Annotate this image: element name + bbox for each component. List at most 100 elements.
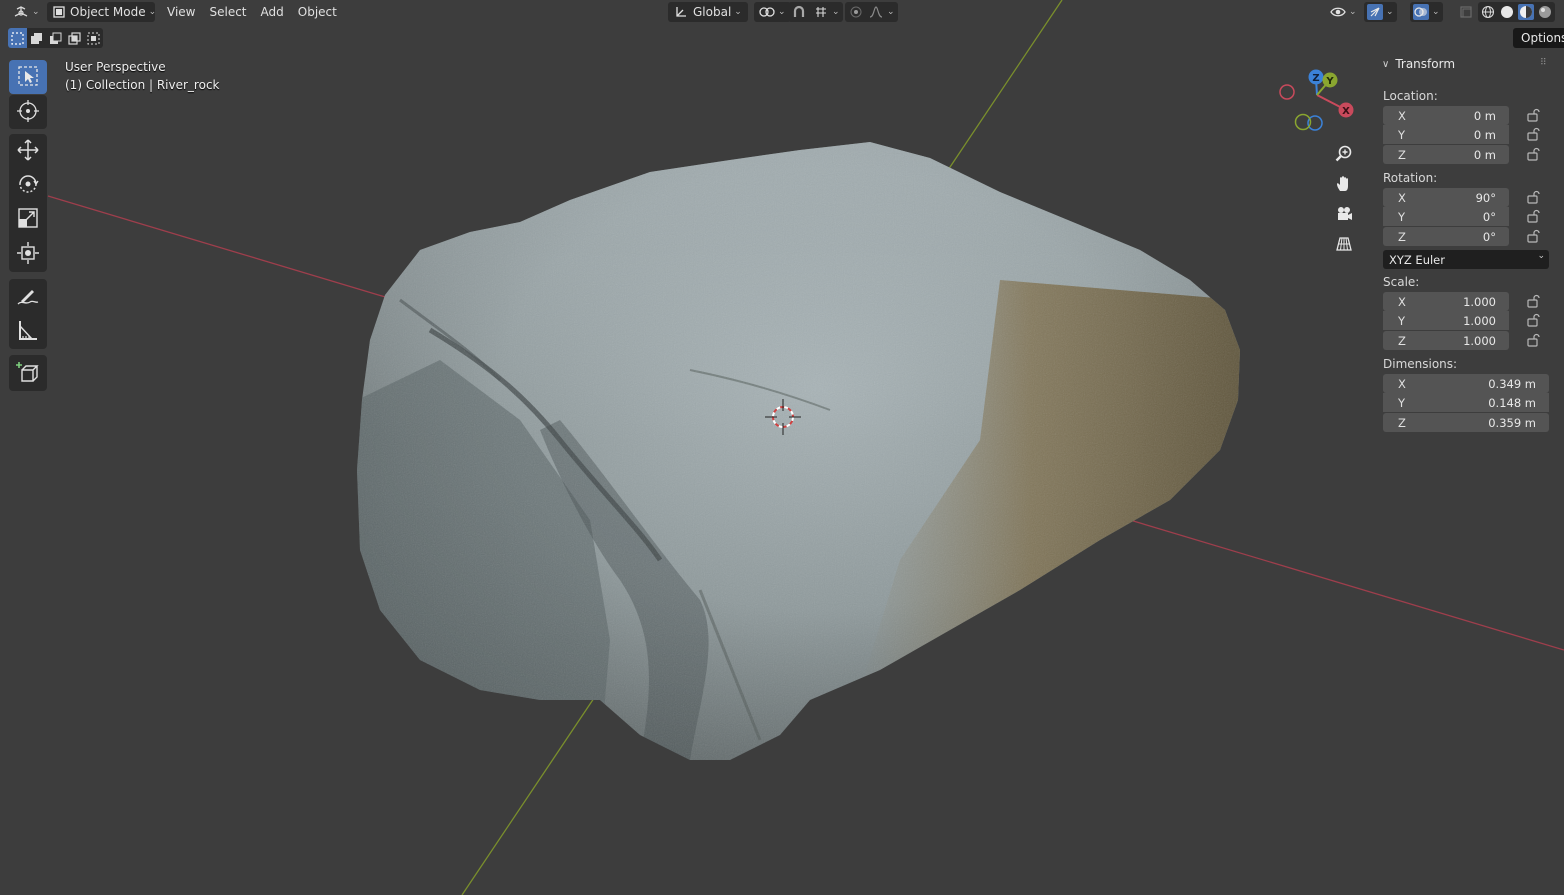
lock-icon[interactable]	[1524, 126, 1542, 142]
y-axis-handle[interactable]: Y	[1322, 72, 1338, 88]
chevron-down-icon[interactable]: ⌄	[1432, 7, 1440, 17]
add-cube-icon	[16, 360, 40, 387]
perspective-toggle-button[interactable]	[1331, 232, 1357, 258]
visibility-eye-icon	[1330, 4, 1346, 20]
visibility-dropdown[interactable]: ⌄	[1328, 2, 1359, 22]
wireframe-shading-icon[interactable]	[1480, 4, 1496, 20]
select-intersect-icon[interactable]	[84, 28, 103, 48]
drag-handle-icon[interactable]: ⠿	[1540, 58, 1547, 68]
scale-z-field[interactable]: Z 1.000	[1383, 331, 1509, 350]
gizmo-icon[interactable]	[1367, 4, 1383, 20]
chevron-down-icon: ⌄	[1537, 251, 1545, 261]
tool-add-cube[interactable]	[9, 355, 47, 391]
tool-measure[interactable]	[9, 313, 47, 349]
material-preview-shading-icon[interactable]	[1518, 4, 1534, 20]
proportional-editing-group: ⌄	[845, 2, 898, 22]
orientation-axes-icon	[673, 4, 689, 20]
dimensions-z-field[interactable]: Z 0.359 m	[1383, 413, 1549, 432]
snap-group: ⌄	[788, 2, 843, 22]
tool-scale[interactable]	[9, 202, 47, 236]
mode-dropdown[interactable]: Object Mode ⌄	[47, 2, 157, 22]
perspective-grid-icon	[1335, 235, 1353, 256]
lock-icon[interactable]	[1524, 146, 1542, 162]
lock-icon[interactable]	[1524, 189, 1542, 205]
falloff-curve-icon[interactable]	[868, 4, 884, 20]
select-difference-icon[interactable]	[65, 28, 84, 48]
z-axis-handle[interactable]: Z	[1308, 69, 1324, 85]
axis-label: X	[1398, 108, 1406, 123]
shading-mode-group	[1478, 2, 1555, 22]
tool-select-box[interactable]	[9, 60, 47, 94]
rotation-y-value: 0°	[1482, 209, 1496, 224]
select-subtract-icon[interactable]	[46, 28, 65, 48]
rotation-x-field[interactable]: X 90°	[1383, 188, 1509, 207]
menu-select[interactable]: Select	[202, 2, 253, 22]
tool-cursor[interactable]	[9, 95, 47, 129]
rotation-mode-dropdown[interactable]: XYZ Euler ⌄	[1383, 250, 1549, 269]
lock-icon[interactable]	[1524, 228, 1542, 244]
svg-text:Z: Z	[1312, 73, 1319, 84]
options-tooltip[interactable]: Options	[1513, 28, 1564, 48]
transform-panel-header[interactable]: ∨ Transform ⠿	[1374, 52, 1556, 76]
axis-label: Z	[1398, 333, 1406, 348]
select-mode-buttons	[8, 28, 103, 48]
menu-view[interactable]: View	[160, 2, 202, 22]
menu-add[interactable]: Add	[254, 2, 291, 22]
camera-view-button[interactable]	[1331, 202, 1357, 228]
negative-x-axis-icon[interactable]	[1279, 84, 1295, 100]
location-y-value: 0 m	[1473, 127, 1496, 142]
chevron-down-icon[interactable]: ⌄	[1386, 7, 1394, 17]
select-new-icon[interactable]	[8, 28, 27, 48]
chevron-down-icon[interactable]: ⌄	[887, 7, 895, 17]
editor-type-button[interactable]: ⌄	[8, 2, 45, 22]
x-axis-handle[interactable]: X	[1338, 102, 1354, 118]
axis-label: Y	[1398, 313, 1406, 328]
navigation-gizmo[interactable]: Z Y X	[1270, 62, 1370, 142]
rotation-z-field[interactable]: Z 0°	[1383, 227, 1509, 246]
cursor-icon	[16, 99, 40, 126]
lock-icon[interactable]	[1524, 293, 1542, 309]
location-y-field[interactable]: Y 0 m	[1383, 125, 1509, 144]
pivot-point-dropdown[interactable]: ⌄	[754, 2, 791, 22]
magnet-icon[interactable]	[791, 4, 807, 20]
location-x-field[interactable]: X 0 m	[1383, 106, 1509, 125]
chevron-down-icon[interactable]: ⌄	[832, 7, 840, 17]
header-menus: View Select Add Object	[160, 2, 344, 22]
transform-panel-title: Transform	[1395, 57, 1456, 71]
annotate-icon	[16, 283, 40, 310]
menu-object[interactable]: Object	[291, 2, 344, 22]
dimensions-y-field[interactable]: Y 0.148 m	[1383, 393, 1549, 412]
snap-increment-icon[interactable]	[813, 4, 829, 20]
rendered-shading-icon[interactable]	[1537, 4, 1553, 20]
dimensions-x-value: 0.349 m	[1488, 376, 1536, 391]
overlay-icon[interactable]	[1413, 4, 1429, 20]
transform-orientation-dropdown[interactable]: Global ⌄	[668, 2, 748, 22]
overlay-toggle-group: ⌄	[1410, 2, 1443, 22]
chevron-down-icon: ⌄	[778, 7, 786, 17]
lock-icon[interactable]	[1524, 107, 1542, 123]
lock-icon[interactable]	[1524, 208, 1542, 224]
tool-annotate[interactable]	[9, 279, 47, 313]
chevron-down-icon: ⌄	[148, 7, 157, 17]
location-z-field[interactable]: Z 0 m	[1383, 145, 1509, 164]
location-x-value: 0 m	[1473, 108, 1496, 123]
xray-toggle[interactable]	[1456, 2, 1476, 22]
tool-move[interactable]	[9, 134, 47, 168]
zoom-button[interactable]	[1331, 142, 1357, 168]
tool-rotate[interactable]	[9, 168, 47, 202]
dimensions-y-value: 0.148 m	[1488, 395, 1536, 410]
dimensions-x-field[interactable]: X 0.349 m	[1383, 374, 1549, 393]
orientation-label: Global	[693, 5, 732, 19]
lock-icon[interactable]	[1524, 312, 1542, 328]
solid-shading-icon[interactable]	[1499, 4, 1515, 20]
scale-y-field[interactable]: Y 1.000	[1383, 311, 1509, 330]
select-extend-icon[interactable]	[27, 28, 46, 48]
pan-button[interactable]	[1331, 172, 1357, 198]
rotation-y-field[interactable]: Y 0°	[1383, 207, 1509, 226]
scale-x-field[interactable]: X 1.000	[1383, 292, 1509, 311]
tool-transform[interactable]	[9, 236, 47, 272]
proportional-editing-icon[interactable]	[848, 4, 864, 20]
lock-icon[interactable]	[1524, 332, 1542, 348]
view-name: User Perspective	[65, 60, 166, 74]
axis-label: Z	[1398, 229, 1406, 244]
